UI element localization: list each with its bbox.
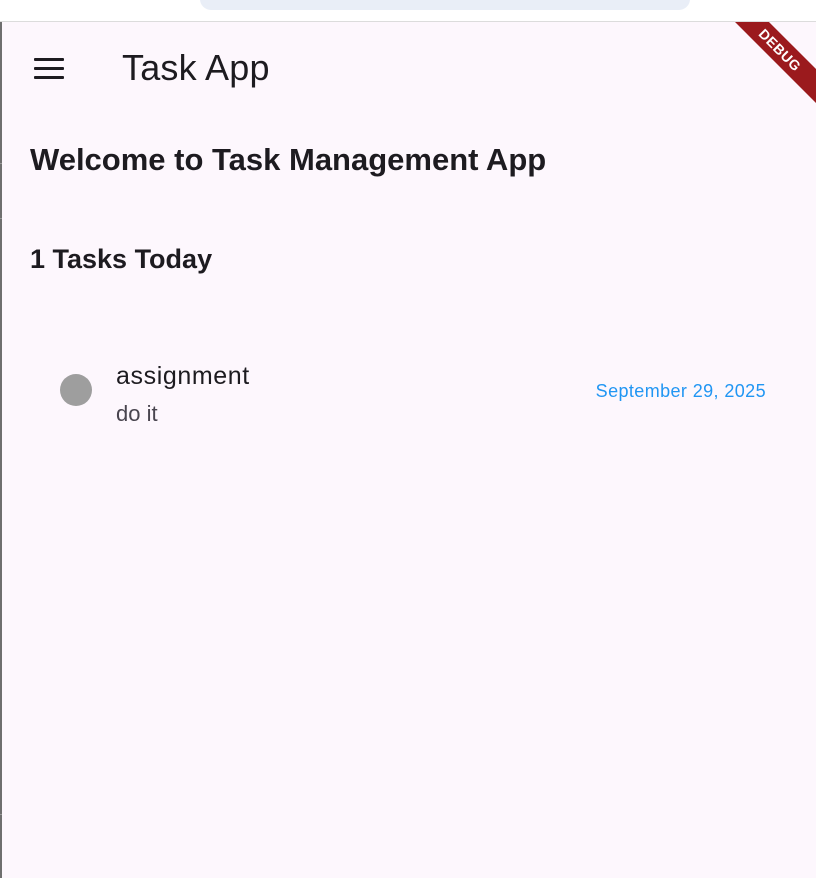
- menu-icon[interactable]: [22, 46, 76, 90]
- task-description: do it: [116, 401, 158, 426]
- app-screen: Task App DEBUG Welcome to Task Managemen…: [2, 22, 816, 878]
- task-date: September 29, 2025: [595, 381, 766, 401]
- address-bar[interactable]: [200, 0, 690, 10]
- menu-icon-line: [34, 66, 64, 70]
- app-title: Task App: [122, 47, 270, 88]
- task-status-icon: [60, 374, 92, 406]
- menu-icon-line: [34, 57, 64, 61]
- task-title: assignment: [116, 362, 250, 390]
- menu-icon-line: [34, 75, 64, 79]
- welcome-heading: Welcome to Task Management App: [30, 142, 547, 177]
- tasks-count-heading: 1 Tasks Today: [30, 244, 213, 274]
- browser-toolbar: [0, 0, 816, 22]
- app-bar: Task App: [2, 22, 816, 114]
- task-list-item[interactable]: assignment do it September 29, 2025: [30, 354, 790, 434]
